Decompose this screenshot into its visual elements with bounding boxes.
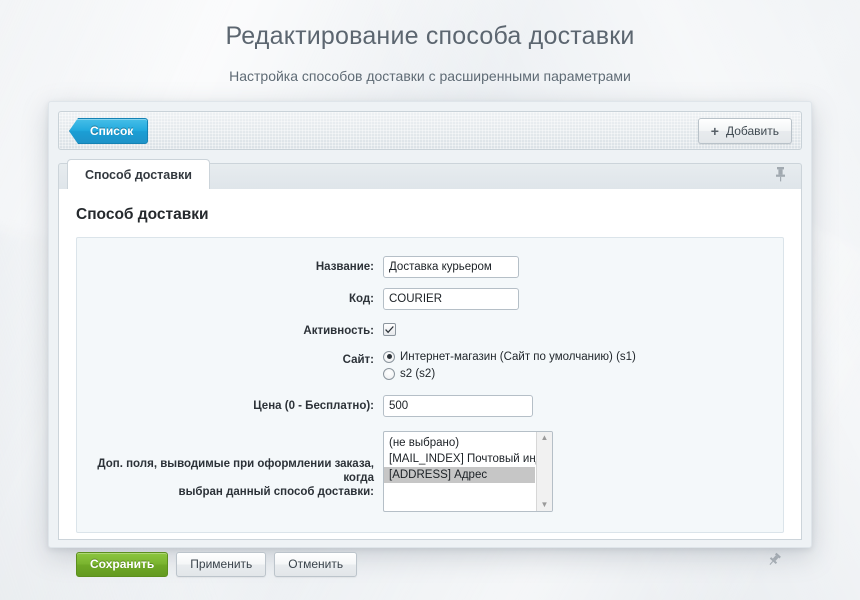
chevron-down-icon[interactable]: ▼	[541, 501, 549, 509]
page-subtitle: Настройка способов доставки с расширенны…	[0, 68, 860, 84]
page-title: Редактирование способа доставки	[0, 22, 860, 51]
admin-window: Список + Добавить Способ доставки Способ…	[48, 101, 812, 548]
form-row-price: Цена (0 - Бесплатно):	[77, 395, 783, 417]
add-button[interactable]: + Добавить	[698, 118, 792, 144]
list-button-label: Список	[90, 124, 133, 138]
plus-icon: +	[711, 124, 719, 138]
name-input[interactable]	[383, 256, 519, 278]
site-label: Сайт:	[77, 349, 383, 367]
toolbar: Список + Добавить	[58, 111, 802, 150]
site-radio-option-s2-label: s2 (s2)	[400, 366, 435, 382]
delivery-form: Название: Код: Активность:	[76, 237, 784, 533]
site-radio-option-s2[interactable]: s2 (s2)	[383, 366, 783, 382]
extra-fields-label-line1: Доп. поля, выводимые при оформлении зака…	[77, 457, 374, 485]
section-title: Способ доставки	[59, 189, 801, 237]
content-panel: Способ доставки Название: Код: Активност…	[58, 189, 802, 540]
tab-delivery-method[interactable]: Способ доставки	[67, 159, 210, 189]
page-heading: Редактирование способа доставки Настройк…	[0, 0, 860, 84]
active-checkbox[interactable]	[383, 323, 396, 336]
site-radio-group: Интернет-магазин (Сайт по умолчанию) (s1…	[383, 349, 783, 383]
add-button-label: Добавить	[726, 124, 779, 138]
extra-fields-label-line2: выбран данный способ доставки:	[77, 485, 374, 499]
cancel-button[interactable]: Отменить	[274, 552, 357, 577]
form-row-site: Сайт: Интернет-магазин (Сайт по умолчани…	[77, 349, 783, 383]
listbox-scrollbar[interactable]: ▲ ▼	[536, 432, 552, 511]
chevron-up-icon[interactable]: ▲	[541, 434, 549, 442]
form-row-extra-fields: Доп. поля, выводимые при оформлении зака…	[77, 431, 783, 512]
tab-delivery-method-label: Способ доставки	[85, 168, 192, 182]
form-footer: Сохранить Применить Отменить	[76, 550, 784, 577]
extra-fields-listbox[interactable]: (не выбрано) [MAIL_INDEX] Почтовый индек…	[383, 431, 553, 512]
code-label: Код:	[77, 288, 383, 306]
price-input[interactable]	[383, 395, 533, 417]
listbox-option-selected[interactable]: [ADDRESS] Адрес	[384, 467, 535, 483]
pin-icon[interactable]	[766, 552, 782, 573]
radio-dot-s2[interactable]	[383, 368, 395, 380]
apply-button[interactable]: Применить	[176, 552, 266, 577]
name-label: Название:	[77, 256, 383, 274]
radio-dot-s1[interactable]	[383, 351, 395, 363]
listbox-option[interactable]: [MAIL_INDEX] Почтовый индекс	[384, 451, 535, 467]
check-icon	[385, 326, 394, 334]
listbox-option[interactable]: (не выбрано)	[384, 435, 535, 451]
form-row-active: Активность:	[77, 320, 783, 339]
form-row-name: Название:	[77, 256, 783, 278]
price-label: Цена (0 - Бесплатно):	[77, 395, 383, 413]
list-button[interactable]: Список	[69, 118, 148, 144]
form-row-code: Код:	[77, 288, 783, 310]
code-input[interactable]	[383, 288, 519, 310]
extra-fields-option-list: (не выбрано) [MAIL_INDEX] Почтовый индек…	[384, 432, 535, 511]
site-radio-option-s1[interactable]: Интернет-магазин (Сайт по умолчанию) (s1…	[383, 349, 783, 365]
pin-icon[interactable]	[775, 166, 786, 187]
active-label: Активность:	[77, 320, 383, 338]
tab-strip: Способ доставки	[58, 159, 802, 189]
save-button[interactable]: Сохранить	[76, 552, 168, 577]
extra-fields-label: Доп. поля, выводимые при оформлении зака…	[77, 431, 383, 499]
site-radio-option-s1-label: Интернет-магазин (Сайт по умолчанию) (s1…	[400, 349, 636, 365]
